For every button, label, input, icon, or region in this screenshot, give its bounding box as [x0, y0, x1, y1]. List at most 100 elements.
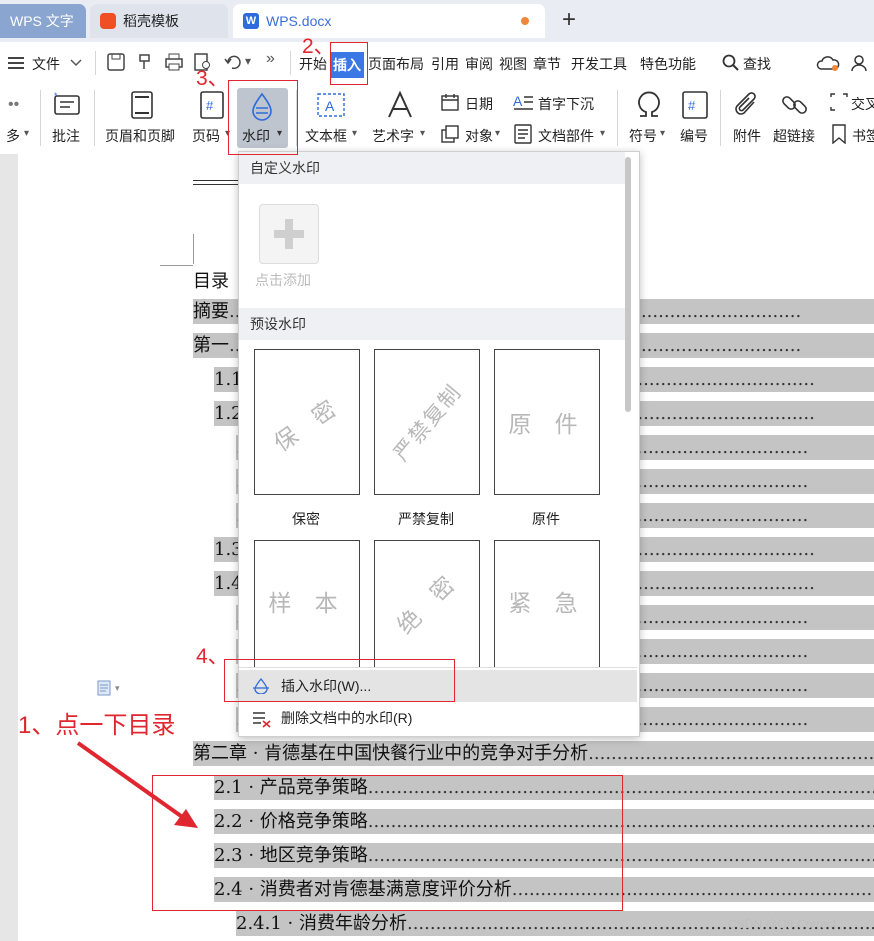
format-painter-icon[interactable] [136, 53, 154, 71]
tab-wps-writer[interactable]: WPS 文字 [0, 4, 86, 38]
toc-title[interactable]: 目录 [193, 269, 243, 294]
dropdown-arrow-icon: ▾ [352, 128, 358, 139]
preset-label: 严禁复制 [398, 511, 454, 527]
tab-document[interactable]: W WPS.docx [233, 4, 545, 38]
numbering-icon: # [682, 91, 708, 119]
cloud-sync-icon[interactable] [816, 54, 840, 72]
dropdown-scrollbar[interactable] [623, 153, 633, 413]
annotation-box-insert [330, 42, 368, 85]
attachment-button[interactable]: 附件 [733, 126, 761, 146]
hamburger-icon[interactable] [8, 56, 26, 70]
tab-doke-templates[interactable]: 稻壳模板 [90, 4, 228, 38]
svg-text:A: A [513, 93, 523, 109]
crossref-button[interactable]: 交叉 [851, 94, 874, 114]
divider [720, 90, 721, 146]
header-footer-icon [131, 91, 153, 119]
bookmark-button[interactable]: 书签 [852, 126, 874, 146]
file-menu[interactable]: 文件 [32, 54, 60, 74]
plus-icon [285, 219, 293, 249]
menu-page-layout[interactable]: 页面布局 [368, 54, 424, 74]
save-icon[interactable] [107, 53, 125, 71]
toc-line[interactable]: 第二章 · 肯德基在中国快餐行业中的竞争对手分析................… [193, 741, 874, 766]
page-number-button[interactable]: 页码 [192, 126, 220, 146]
add-custom-watermark-button[interactable] [259, 204, 319, 264]
watermark-text: 样 本 [268, 591, 346, 617]
preset-label: 原件 [532, 511, 560, 527]
doc-parts-icon [514, 124, 532, 144]
word-doc-icon: W [243, 13, 259, 29]
left-margin-strip [0, 154, 18, 941]
annotation-box-insert-watermark [224, 659, 455, 702]
watermark-text: 紧 急 [508, 591, 586, 617]
delete-watermark-label: 删除文档中的水印(R) [281, 710, 413, 726]
hyperlink-button[interactable]: 超链接 [773, 126, 815, 146]
tab-label: WPS.docx [266, 13, 332, 29]
delete-watermark-item[interactable]: 删除文档中的水印(R) [239, 702, 637, 734]
object-icon [441, 125, 459, 143]
menu-review[interactable]: 审阅 [465, 54, 493, 74]
svg-text:*: * [54, 91, 58, 101]
toc-line-text: 2.4.1 · 消费年龄分析 [236, 913, 407, 934]
new-tab-plus-icon[interactable]: + [562, 6, 576, 34]
header-footer-button[interactable]: 页眉和页脚 [105, 126, 175, 146]
textbox-button[interactable]: 文本框 [305, 126, 347, 146]
bookmark-icon [832, 124, 846, 144]
watermark-text: 严禁复制 [389, 379, 467, 466]
svg-text:#: # [206, 98, 214, 113]
comment-icon: * [54, 91, 80, 115]
dropdown-arrow-icon: ▾ [495, 128, 501, 139]
ribbon-more-button[interactable]: 多 [6, 126, 20, 146]
annotation-step-3: 3、 [196, 67, 229, 90]
menu-view[interactable]: 视图 [499, 54, 527, 74]
doc-options-icon[interactable]: ▾ [97, 680, 125, 696]
svg-text:A: A [325, 98, 335, 114]
paperclip-icon [735, 92, 756, 115]
date-icon [441, 94, 459, 111]
omega-symbol-icon [638, 91, 660, 117]
margin-mark [193, 234, 194, 264]
date-button[interactable]: 日期 [465, 94, 493, 114]
divider [40, 90, 41, 146]
tab-label: WPS 文字 [10, 13, 74, 29]
preset-watermark-card[interactable]: 紧 急 [494, 540, 600, 686]
divider [290, 51, 291, 75]
doc-parts-button[interactable]: 文档部件 [538, 126, 594, 146]
dropdown-arrow-icon: ▾ [24, 128, 30, 139]
share-user-icon[interactable] [851, 54, 871, 72]
page-number-icon: # [200, 91, 224, 119]
menu-special[interactable]: 特色功能 [640, 54, 696, 74]
toc-line-text: 第二章 · 肯德基在中国快餐行业中的竞争对手分析 [193, 743, 589, 764]
textbox-icon: A [317, 93, 345, 117]
wordart-button[interactable]: 艺术字 [372, 126, 414, 146]
svg-text:▾: ▾ [115, 683, 120, 693]
symbol-button[interactable]: 符号 [629, 126, 657, 146]
dropcap-icon: A [513, 93, 533, 110]
preset-watermark-card[interactable]: 保 密 [254, 349, 360, 495]
numbering-button[interactable]: 编号 [680, 126, 708, 146]
search-icon[interactable] [722, 54, 740, 72]
menu-developer[interactable]: 开发工具 [571, 54, 627, 74]
preset-watermark-card[interactable]: 严禁复制 [374, 349, 480, 495]
watermark-text: 保 密 [269, 391, 348, 458]
comment-button[interactable]: 批注 [52, 126, 80, 146]
chevron-down-icon[interactable] [70, 59, 82, 67]
print-icon[interactable] [164, 53, 184, 71]
preset-watermark-card[interactable]: 原 件 [494, 349, 600, 495]
divider [617, 90, 618, 146]
dropcap-button[interactable]: 首字下沉 [538, 94, 594, 114]
search-button[interactable]: 查找 [743, 54, 771, 74]
object-button[interactable]: 对象 [465, 126, 493, 146]
custom-watermark-header: 自定义水印 [239, 152, 625, 184]
preset-label: 保密 [292, 511, 320, 527]
add-custom-label: 点击添加 [255, 272, 311, 288]
dropdown-arrow-icon: ▾ [660, 128, 666, 139]
more-chevron-icon[interactable]: » [266, 50, 275, 68]
undo-dropdown-icon[interactable]: ▾ [245, 54, 251, 68]
menu-references[interactable]: 引用 [431, 54, 459, 74]
toc-line-text: 摘要 [193, 301, 229, 322]
svg-text:#: # [688, 98, 696, 113]
menu-chapter[interactable]: 章节 [533, 54, 561, 74]
delete-watermark-icon [253, 712, 271, 728]
watermark-dropdown: 自定义水印 点击添加 预设水印 保 密 严禁复制 原 件 保密 严禁复制 原件 … [238, 151, 640, 737]
scrollbar-thumb[interactable] [625, 157, 631, 412]
